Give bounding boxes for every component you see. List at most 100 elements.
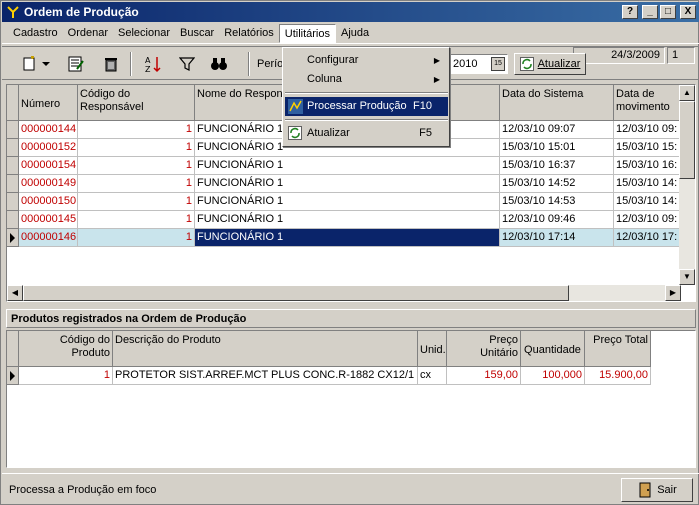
help-button[interactable]: ?: [622, 5, 638, 19]
cell-numero[interactable]: 000000152: [19, 139, 78, 157]
header-preco-unitario[interactable]: Preço Unitário: [447, 331, 521, 367]
cell-preco-unitario[interactable]: 159,00: [447, 367, 521, 385]
cell-data-sistema[interactable]: 15/03/10 15:01: [500, 139, 614, 157]
header-numero[interactable]: Número: [19, 85, 78, 121]
cell-data-movimento[interactable]: 12/03/10 09:: [614, 121, 682, 139]
sair-label: Sair: [657, 484, 677, 496]
menu-ordenar[interactable]: Ordenar: [63, 24, 113, 43]
cell-data-movimento[interactable]: 15/03/10 14:: [614, 175, 682, 193]
table-row[interactable]: 000000145 1 FUNCIONÁRIO 1 12/03/10 09:46 12/…: [7, 211, 682, 229]
cell-unid[interactable]: cx: [418, 367, 447, 385]
period-end-input[interactable]: 2010 15: [450, 54, 508, 74]
cell-data-sistema[interactable]: 12/03/10 17:14: [500, 229, 614, 247]
menu-processar-producao[interactable]: Processar Produção F10: [285, 97, 448, 116]
products-section-title: Produtos registrados na Ordem de Produçã…: [6, 309, 696, 328]
cell-data-movimento[interactable]: 12/03/10 09:: [614, 211, 682, 229]
cell-numero[interactable]: 000000144: [19, 121, 78, 139]
table-row[interactable]: 1 PROTETOR SIST.ARREF.MCT PLUS CONC.R-18…: [7, 367, 682, 385]
trash-icon[interactable]: [100, 53, 122, 75]
header-unid[interactable]: Unid.: [418, 331, 447, 367]
cell-nome-responsavel[interactable]: FUNCIONÁRIO 1: [195, 193, 500, 211]
cell-nome-responsavel[interactable]: FUNCIONÁRIO 1: [195, 157, 500, 175]
cell-preco-total[interactable]: 15.900,00: [585, 367, 651, 385]
filter-icon[interactable]: [176, 53, 198, 75]
cell-numero[interactable]: 000000146: [19, 229, 78, 247]
cell-data-sistema[interactable]: 15/03/10 16:37: [500, 157, 614, 175]
cell-data-movimento[interactable]: 15/03/10 14:: [614, 193, 682, 211]
cell-codigo-responsavel[interactable]: 1: [78, 139, 195, 157]
period-end-value: 2010: [453, 58, 478, 70]
header-preco-total[interactable]: Preço Total: [585, 331, 651, 367]
app-icon: [6, 5, 20, 19]
header-quantidade[interactable]: Quantidade: [521, 331, 585, 367]
menu-cadastro[interactable]: Cadastro: [8, 24, 63, 43]
cell-quantidade[interactable]: 100,000: [521, 367, 585, 385]
menu-selecionar[interactable]: Selecionar: [113, 24, 175, 43]
row-indicator: [7, 157, 19, 175]
cell-nome-responsavel[interactable]: FUNCIONÁRIO 1: [195, 175, 500, 193]
cell-data-movimento[interactable]: 12/03/10 17:: [614, 229, 682, 247]
row-indicator: [7, 367, 19, 385]
orders-hscroll[interactable]: ◀ ▶: [7, 285, 681, 301]
menu-coluna[interactable]: Coluna ▶: [285, 70, 448, 89]
cell-data-sistema[interactable]: 12/03/10 09:46: [500, 211, 614, 229]
cell-codigo-responsavel[interactable]: 1: [78, 229, 195, 247]
cell-numero[interactable]: 000000149: [19, 175, 78, 193]
cell-nome-responsavel[interactable]: FUNCIONÁRIO 1: [195, 211, 500, 229]
minimize-button[interactable]: _: [642, 5, 658, 19]
header-data-sistema[interactable]: Data do Sistema: [500, 85, 614, 121]
title-bar: Ordem de Produção ? _ □ X: [2, 2, 699, 22]
chevron-down-icon[interactable]: [40, 53, 52, 75]
cell-data-sistema[interactable]: 12/03/10 09:07: [500, 121, 614, 139]
menu-atualizar[interactable]: Atualizar F5: [285, 124, 448, 143]
cell-codigo-responsavel[interactable]: 1: [78, 175, 195, 193]
close-button[interactable]: X: [680, 5, 696, 19]
sair-button[interactable]: Sair: [621, 478, 693, 502]
menu-configurar[interactable]: Configurar ▶: [285, 51, 448, 70]
menu-bar: Cadastro Ordenar Selecionar Buscar Relat…: [2, 23, 699, 64]
cell-data-sistema[interactable]: 15/03/10 14:53: [500, 193, 614, 211]
refresh-icon: [519, 57, 534, 71]
header-codigo-produto[interactable]: Código do Produto: [19, 331, 113, 367]
cell-data-movimento[interactable]: 15/03/10 16:: [614, 157, 682, 175]
table-row[interactable]: 000000154 1 FUNCIONÁRIO 1 15/03/10 16:37 15/…: [7, 157, 682, 175]
calendar-icon[interactable]: 15: [491, 57, 505, 71]
submenu-arrow-icon: ▶: [433, 56, 440, 65]
maximize-button[interactable]: □: [660, 5, 676, 19]
table-row[interactable]: 000000149 1 FUNCIONÁRIO 1 15/03/10 14:52 15/…: [7, 175, 682, 193]
header-descricao-produto[interactable]: Descrição do Produto: [113, 331, 418, 367]
cell-data-movimento[interactable]: 15/03/10 15:: [614, 139, 682, 157]
menu-utilitarios[interactable]: Utilitários: [278, 23, 336, 43]
header-codigo-responsavel[interactable]: Código do Responsável: [78, 85, 195, 121]
sort-az-icon[interactable]: AZ: [142, 53, 164, 75]
menu-buscar[interactable]: Buscar: [175, 24, 219, 43]
header-data-movimento[interactable]: Data de movimento: [614, 85, 682, 121]
table-row[interactable]: 000000150 1 FUNCIONÁRIO 1 15/03/10 14:53 15/…: [7, 193, 682, 211]
row-indicator: [7, 193, 19, 211]
new-document-icon[interactable]: [18, 53, 40, 75]
cell-codigo-responsavel[interactable]: 1: [78, 121, 195, 139]
exit-door-icon: [639, 482, 651, 498]
cell-codigo-responsavel[interactable]: 1: [78, 193, 195, 211]
menu-ajuda[interactable]: Ajuda: [336, 24, 374, 43]
process-icon: [288, 99, 303, 114]
status-text: Processa a Produção em foco: [9, 484, 157, 496]
binoculars-icon[interactable]: [208, 53, 230, 75]
cell-numero[interactable]: 000000145: [19, 211, 78, 229]
menu-relatorios[interactable]: Relatórios: [219, 24, 279, 43]
orders-vscroll[interactable]: ▲ ▼: [679, 85, 695, 285]
cell-descricao[interactable]: PROTETOR SIST.ARREF.MCT PLUS CONC.R-1882…: [113, 367, 418, 385]
atualizar-button[interactable]: Atualizar: [514, 53, 586, 75]
edit-record-icon[interactable]: [65, 53, 87, 75]
svg-text:Z: Z: [145, 65, 151, 73]
cell-codigo-responsavel[interactable]: 1: [78, 157, 195, 175]
cell-data-sistema[interactable]: 15/03/10 14:52: [500, 175, 614, 193]
cell-codigo-responsavel[interactable]: 1: [78, 211, 195, 229]
cell-nome-responsavel[interactable]: FUNCIONÁRIO 1: [195, 229, 500, 247]
table-row[interactable]: 000000146 1 FUNCIONÁRIO 1 12/03/10 17:14 12/…: [7, 229, 682, 247]
cell-numero[interactable]: 000000150: [19, 193, 78, 211]
cell-numero[interactable]: 000000154: [19, 157, 78, 175]
products-grid[interactable]: Código do Produto Descrição do Produto U…: [6, 330, 696, 468]
cell-codigo-produto[interactable]: 1: [19, 367, 113, 385]
svg-text:A: A: [145, 56, 151, 65]
